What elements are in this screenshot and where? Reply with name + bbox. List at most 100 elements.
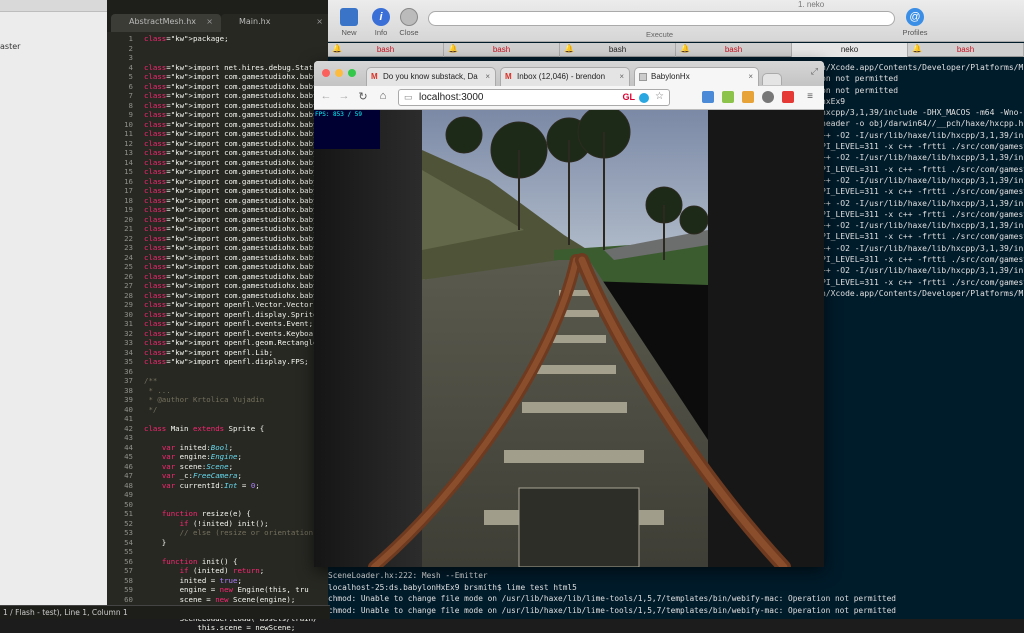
menu-icon[interactable]: ≡ (804, 91, 816, 103)
new-button[interactable]: New (336, 8, 362, 37)
code-line: class="kw">import com.gamestudiohx.babyl… (144, 129, 337, 138)
line-number: 34 (124, 347, 133, 357)
terminal-tab-active[interactable]: neko (792, 43, 908, 57)
browser-tab-label: Do you know substack, Da (383, 72, 478, 81)
tab-main[interactable]: Main.hx × (221, 14, 331, 32)
code-line: class="kw">import com.gamestudiohx.babyl… (144, 167, 337, 176)
code-line: class="kw">import openfl.events.Event; (144, 319, 314, 328)
webgl-badge[interactable]: GL (623, 92, 636, 102)
info-icon: i (372, 8, 390, 26)
close-window-button[interactable] (322, 69, 330, 77)
terminal-tab[interactable]: 🔔 bash (560, 43, 676, 57)
line-number: 53 (124, 528, 133, 537)
bell-icon: 🔔 (680, 44, 690, 53)
line-number: 42 (124, 423, 133, 433)
line-number: 14 (124, 157, 133, 167)
line-number: 22 (124, 233, 133, 243)
line-number: 59 (124, 585, 133, 594)
close-icon[interactable]: × (485, 72, 490, 81)
line-number: 10 (124, 119, 133, 129)
page-icon (639, 73, 647, 81)
browser-tab-strip: M Do you know substack, Da × M Inbox (12… (314, 61, 824, 86)
extension-icon[interactable] (742, 91, 754, 103)
code-editor-window: AbstractMesh.hx × Main.hx × 1 2 3 4 5 6 7 8 9 10 1… (107, 0, 337, 632)
profiles-button[interactable]: @ Profiles (902, 8, 928, 37)
line-number: 8 (128, 100, 133, 110)
line-number: 58 (124, 575, 133, 585)
home-icon[interactable]: ⌂ (376, 90, 390, 102)
close-icon[interactable]: × (206, 17, 213, 26)
terminal-line: on not permitted (821, 85, 899, 95)
minimize-window-button[interactable] (335, 69, 343, 77)
line-number: 40 (124, 404, 133, 414)
code-line: if (!inited) init(); (179, 518, 269, 528)
line-number: 30 (124, 309, 133, 319)
android-icon[interactable] (722, 91, 734, 103)
terminal-tab[interactable]: 🔔 bash (444, 43, 560, 57)
line-number: 3 (128, 53, 133, 62)
background-app-titlebar (0, 0, 107, 12)
browser-tab[interactable]: M Inbox (12,046) - brendon × (500, 67, 630, 86)
tab-abstractmesh[interactable]: AbstractMesh.hx × (111, 14, 221, 32)
line-number: 54 (124, 537, 133, 547)
line-number: 2 (128, 43, 133, 53)
terminal-line: ++ -O2 -I/usr/lib/haxe/lib/hxcpp/3,1,39/… (821, 198, 1024, 208)
line-number: 47 (124, 471, 133, 480)
line-number: 9 (128, 110, 133, 119)
terminal-line: PI_LEVEL=311 -x c++ -frtti ./src/com/gam… (821, 164, 1024, 174)
terminal-tab[interactable]: 🔔 bash (908, 43, 1024, 57)
line-number: 44 (124, 442, 133, 452)
line-number: 12 (124, 138, 133, 148)
new-window-icon (340, 8, 358, 26)
info-button[interactable]: i Info (368, 8, 394, 37)
zoom-window-button[interactable] (348, 69, 356, 77)
execute-input[interactable] (428, 11, 895, 26)
terminal-line: ++ -O2 -I/usr/lib/haxe/lib/hxcpp/3,1,39/… (821, 243, 1024, 253)
line-number: 1 (128, 34, 133, 43)
new-tab-button[interactable] (762, 73, 782, 85)
terminal-line: hxEx9 (821, 96, 846, 106)
browser-tab-label: Inbox (12,046) - brendon (517, 72, 606, 81)
close-icon[interactable]: × (619, 72, 624, 81)
terminal-tab[interactable]: 🔔 bash (676, 43, 792, 57)
address-bar[interactable]: ▭ localhost:3000 GL ☆ (398, 89, 670, 106)
close-icon[interactable]: × (316, 17, 323, 26)
flipboard-icon[interactable] (782, 91, 794, 103)
terminal-tab-bar: 🔔 bash 🔔 bash 🔔 bash 🔔 bash neko 🔔 bash (328, 43, 1024, 57)
bell-icon: 🔔 (912, 44, 922, 53)
line-number: 26 (124, 271, 133, 281)
extension-icon[interactable] (702, 91, 714, 103)
reload-icon[interactable]: ↻ (356, 90, 370, 103)
close-button[interactable]: Close (396, 8, 422, 37)
code-line: scene = new Scene(engine); (144, 594, 296, 604)
bookmark-star-icon[interactable]: ☆ (655, 91, 664, 102)
terminal-line: ++ -O2 -I/usr/lib/haxe/lib/hxcpp/3,1,39/… (821, 175, 1024, 185)
forward-icon[interactable]: → (337, 90, 351, 102)
code-line: class="kw">import openfl.geom.Rectangle; (144, 338, 322, 347)
timer-icon[interactable] (762, 91, 774, 103)
line-number: 16 (124, 176, 133, 186)
terminal-tab[interactable]: 🔔 bash (328, 43, 444, 57)
fullscreen-icon[interactable]: ⤢ (811, 66, 818, 77)
code-text-area[interactable]: class="kw">package; class="kw">import net… (144, 34, 337, 633)
code-line: class="kw">import openfl.display.FPS; (144, 357, 309, 366)
close-circle-icon (400, 8, 418, 26)
url-text: localhost:3000 (419, 92, 484, 103)
terminal-output-right: n/Xcode.app/Contents/Developer/Platforms… (821, 62, 1024, 299)
back-icon[interactable]: ← (319, 90, 333, 102)
line-number: 6 (128, 81, 133, 91)
line-number: 5 (128, 72, 133, 81)
browser-tab[interactable]: M Do you know substack, Da × (366, 67, 496, 86)
browser-tab-active[interactable]: BabylonHx × (634, 67, 759, 86)
code-line: function init() { (161, 556, 238, 566)
extension-icon[interactable] (639, 93, 649, 103)
execute-label: Execute (646, 30, 674, 39)
line-number: 11 (124, 129, 133, 138)
close-icon[interactable]: × (748, 72, 753, 81)
line-number: 25 (124, 262, 133, 271)
webgl-canvas[interactable]: FPS: 853 / 59 (314, 105, 824, 567)
page-icon: ▭ (404, 92, 413, 102)
